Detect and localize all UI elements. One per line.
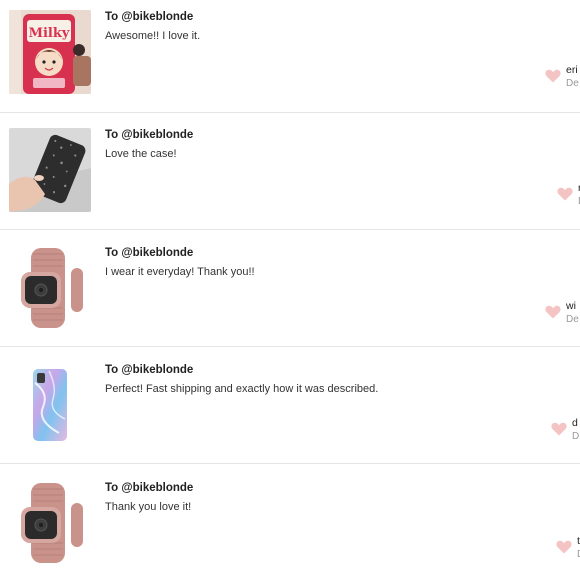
heart-icon[interactable]: [545, 305, 561, 319]
marble-case-image: [9, 363, 91, 447]
review-item: Milky To @bikeblonde Awesome!! I love it…: [0, 0, 580, 117]
reviewer-name[interactable]: eri: [566, 64, 578, 76]
svg-text:Milky: Milky: [29, 26, 70, 41]
review-date: D: [572, 431, 580, 442]
review-item: To @bikeblonde I wear it everyday! Thank…: [0, 236, 580, 353]
heart-icon[interactable]: [551, 422, 567, 436]
review-message: Awesome!! I love it.: [105, 30, 201, 42]
review-recipient[interactable]: To @bikeblonde: [105, 247, 193, 259]
review-recipient[interactable]: To @bikeblonde: [105, 482, 193, 494]
review-date: De: [566, 314, 579, 325]
product-thumbnail[interactable]: [9, 481, 91, 565]
divider: [0, 346, 580, 347]
review-date: De: [566, 78, 579, 89]
milky-candy-case-image: Milky: [9, 10, 91, 94]
product-thumbnail[interactable]: [9, 363, 91, 447]
heart-icon[interactable]: [557, 187, 573, 201]
reviewer-name[interactable]: wi: [566, 300, 576, 312]
product-thumbnail[interactable]: [9, 246, 91, 330]
product-thumbnail[interactable]: Milky: [9, 10, 91, 94]
divider: [0, 112, 580, 113]
review-message: I wear it everyday! Thank you!!: [105, 266, 255, 278]
heart-icon[interactable]: [545, 69, 561, 83]
divider: [0, 229, 580, 230]
review-message: Love the case!: [105, 148, 177, 160]
reviewer-name[interactable]: t: [577, 535, 580, 547]
review-item: To @bikeblonde Thank you love it! t D: [0, 471, 580, 580]
glitter-case-image: [9, 128, 91, 212]
review-recipient[interactable]: To @bikeblonde: [105, 11, 193, 23]
divider: [0, 463, 580, 464]
review-feed: Milky To @bikeblonde Awesome!! I love it…: [0, 0, 580, 580]
review-message: Perfect! Fast shipping and exactly how i…: [105, 383, 379, 395]
review-item: To @bikeblonde Love the case! r D: [0, 118, 580, 235]
product-thumbnail[interactable]: [9, 128, 91, 212]
review-message: Thank you love it!: [105, 501, 192, 513]
review-item: To @bikeblonde Perfect! Fast shipping an…: [0, 353, 580, 470]
reviewer-name[interactable]: d: [572, 417, 578, 429]
watch-band-image: [9, 246, 91, 330]
watch-band-image: [9, 481, 91, 565]
review-recipient[interactable]: To @bikeblonde: [105, 129, 193, 141]
review-recipient[interactable]: To @bikeblonde: [105, 364, 193, 376]
heart-icon[interactable]: [556, 540, 572, 554]
